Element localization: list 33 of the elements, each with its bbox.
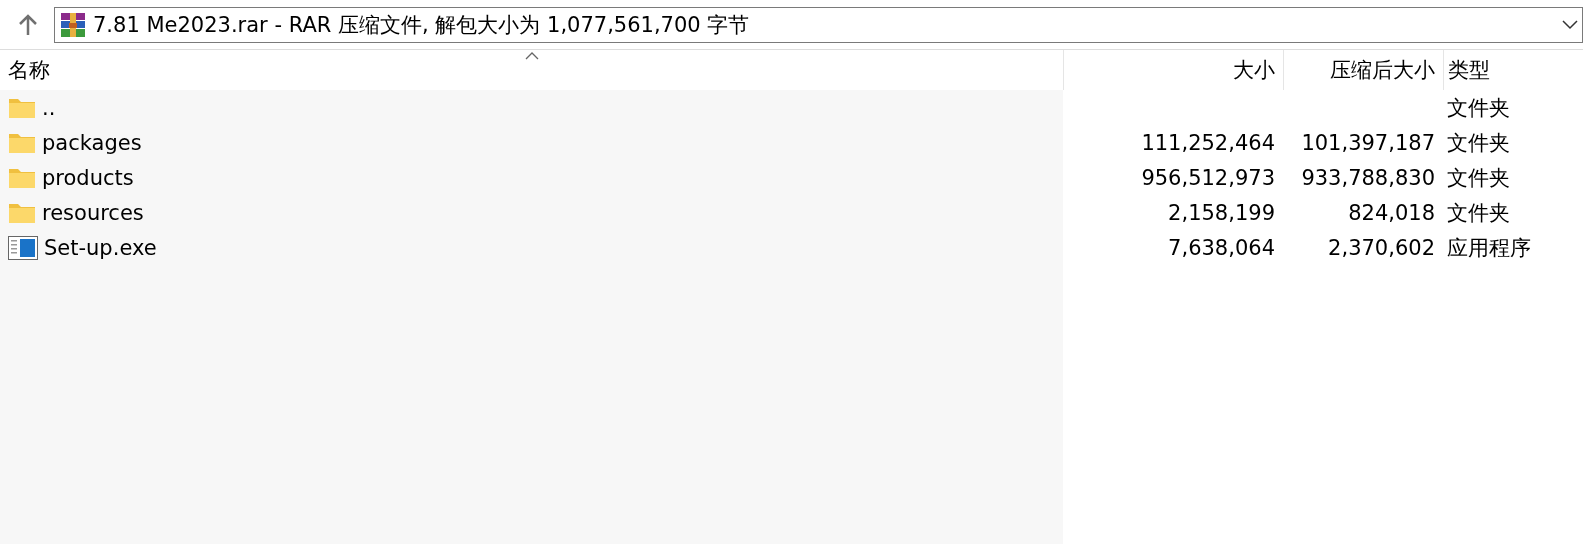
file-size: 2,158,199 (1168, 200, 1275, 225)
packed-size: 933,788,830 (1301, 165, 1435, 190)
folder-icon (8, 166, 36, 189)
file-size: 7,638,064 (1168, 235, 1275, 260)
sort-caret-icon (524, 52, 539, 60)
packed-size: 101,397,187 (1301, 130, 1435, 155)
file-type: 文件夹 (1447, 199, 1510, 227)
column-header[interactable]: 大小 (1063, 50, 1283, 90)
file-type: 文件夹 (1447, 94, 1510, 122)
file-name[interactable]: packages (42, 130, 142, 155)
application-icon (8, 235, 38, 260)
file-name[interactable]: Set-up.exe (44, 235, 157, 260)
packed-size: 824,018 (1348, 200, 1435, 225)
file-type: 文件夹 (1447, 164, 1510, 192)
folder-icon (8, 201, 36, 224)
address-field[interactable]: 7.81 Me2023.rar - RAR 压缩文件, 解包大小为 1,077,561,700 字节 (54, 6, 1583, 43)
file-name[interactable]: products (42, 165, 134, 190)
packed-size: 2,370,602 (1328, 235, 1435, 260)
file-name[interactable]: .. (42, 95, 56, 120)
archive-icon (59, 10, 87, 39)
file-type: 应用程序 (1447, 234, 1531, 262)
folder-icon (8, 131, 36, 154)
archive-path: 7.81 Me2023.rar - RAR 压缩文件, 解包大小为 1,077,561,700 字节 (93, 11, 751, 39)
dropdown-caret-icon[interactable] (1562, 19, 1578, 30)
file-name[interactable]: resources (42, 200, 144, 225)
folder-icon (8, 96, 36, 119)
column-header[interactable]: 压缩后大小 (1283, 50, 1443, 90)
file-size: 956,512,973 (1141, 165, 1275, 190)
up-arrow-icon (17, 12, 39, 37)
file-size: 111,252,464 (1141, 130, 1275, 155)
file-type: 文件夹 (1447, 129, 1510, 157)
column-header[interactable]: 名称 (0, 50, 1063, 90)
column-header[interactable]: 类型 (1443, 50, 1583, 90)
